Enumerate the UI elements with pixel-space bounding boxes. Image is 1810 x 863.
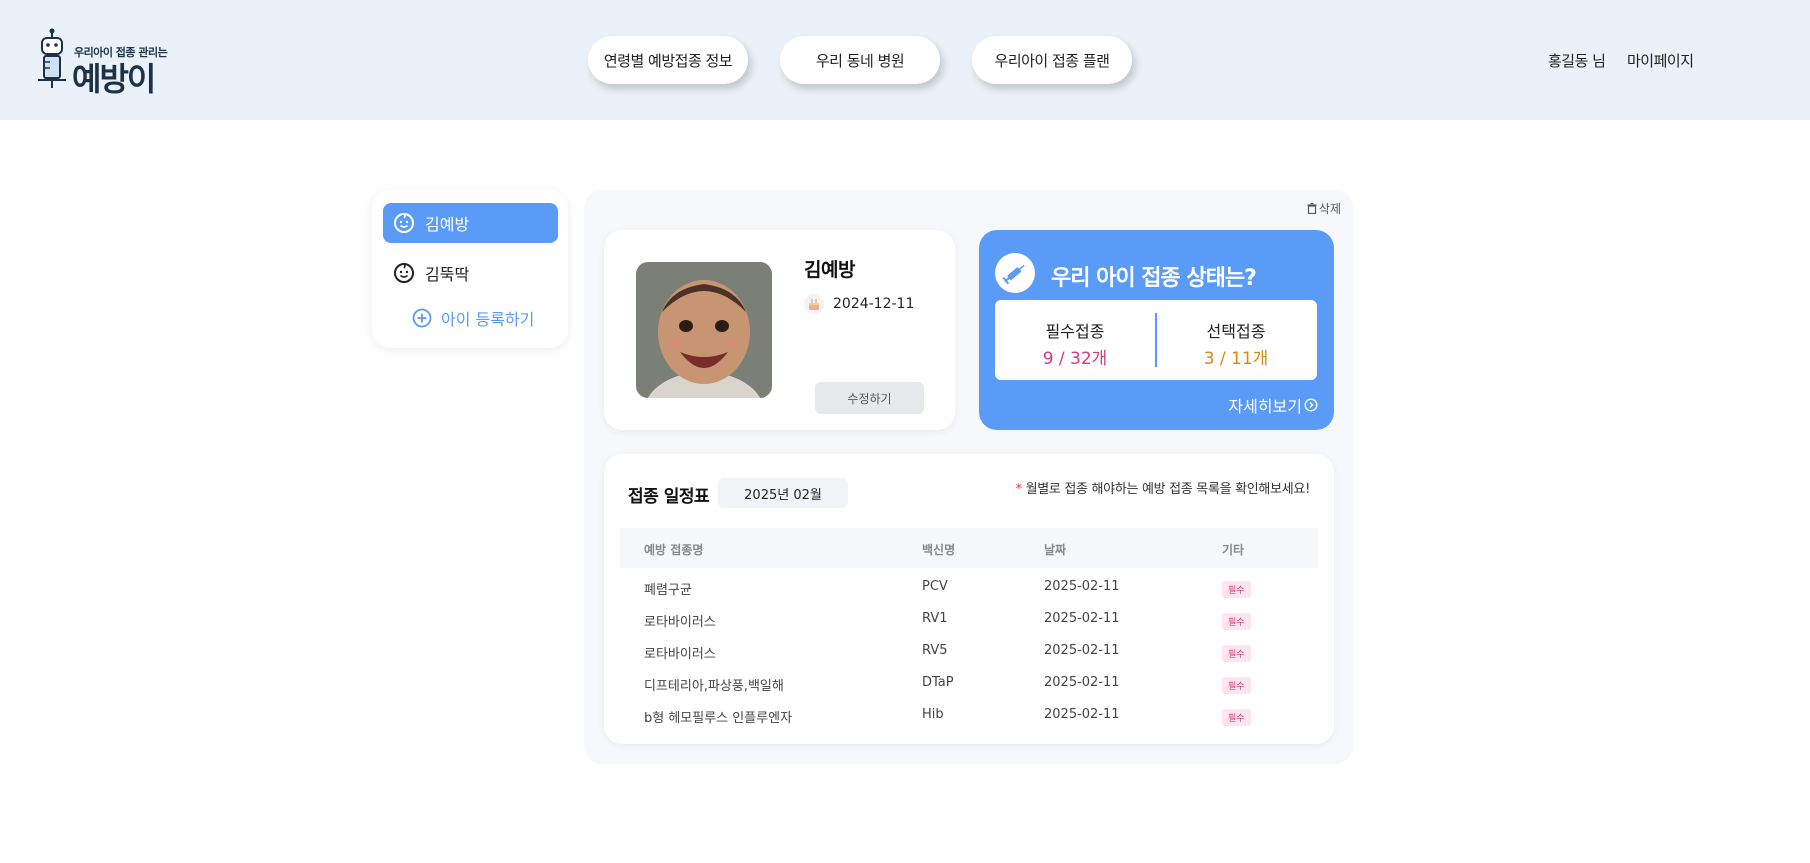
vaccine-code: RV1 xyxy=(922,611,948,626)
trash-icon xyxy=(1307,203,1317,214)
baby-face-icon xyxy=(394,263,414,283)
column-header-etc: 기타 xyxy=(1222,543,1245,557)
delete-label: 삭제 xyxy=(1318,202,1341,216)
view-details-link[interactable]: 자세히보기 xyxy=(1228,393,1318,417)
cake-icon xyxy=(804,294,824,314)
birthday: 2024-12-11 xyxy=(804,294,914,314)
vaccination-date: 2025-02-11 xyxy=(1044,611,1120,626)
column-header-vaccine: 백신명 xyxy=(922,543,956,557)
add-child-label: 아이 등록하기 xyxy=(441,310,535,329)
vaccination-date: 2025-02-11 xyxy=(1044,707,1120,722)
required-label: 필수접종 xyxy=(1045,322,1105,341)
user-name: 홍길동 님 xyxy=(1548,52,1606,70)
nav-age-vaccination-info[interactable]: 연령별 예방접종 정보 xyxy=(588,36,748,84)
vaccination-name: 폐렴구균 xyxy=(644,583,692,598)
table-row[interactable]: 폐렴구균 PCV 2025-02-11 필수 xyxy=(620,572,1318,604)
status-title: 우리 아이 접종 상태는? xyxy=(1051,266,1257,291)
vaccine-code: PCV xyxy=(922,579,948,594)
profile-card: 김예방 2024-12-11 수정하기 xyxy=(604,230,955,430)
children-sidebar: 김예방 김뚝딱 아이 등록하기 xyxy=(372,190,568,348)
plus-circle-icon xyxy=(412,308,432,328)
baby-face-icon xyxy=(394,213,414,233)
required-value: 9 / 32개 xyxy=(1042,349,1108,369)
required-vaccination-stat: 필수접종 9 / 32개 xyxy=(995,318,1155,369)
optional-vaccination-stat: 선택접종 3 / 11개 xyxy=(1156,318,1316,369)
sidebar-item-child-1[interactable]: 김예방 xyxy=(383,203,558,243)
child-name: 김뚝딱 xyxy=(425,265,470,284)
column-header-name: 예방 접종명 xyxy=(644,543,704,557)
syringe-robot-icon xyxy=(38,28,66,88)
edit-button[interactable]: 수정하기 xyxy=(815,382,924,414)
view-details-label: 자세히보기 xyxy=(1228,397,1302,416)
vaccination-schedule-card: 접종 일정표 2025년 02월 * 월별로 접종 해야하는 예방 접종 목록을… xyxy=(604,454,1334,744)
child-name: 김예방 xyxy=(425,215,470,234)
birthday-date: 2024-12-11 xyxy=(833,296,915,312)
table-row[interactable]: 디프테리아,파상풍,백일해 DTaP 2025-02-11 필수 xyxy=(620,668,1318,700)
logo-brand: 예방이 xyxy=(72,60,156,98)
logo[interactable]: 우리아이 접종 관리는 예방이 xyxy=(36,28,176,98)
add-child-button[interactable]: 아이 등록하기 xyxy=(412,306,534,330)
sidebar-item-child-2[interactable]: 김뚝딱 xyxy=(383,253,558,293)
note-text: 월별로 접종 해야하는 예방 접종 목록을 확인해보세요! xyxy=(1025,482,1311,497)
child-name-title: 김예방 xyxy=(804,259,855,281)
table-row[interactable]: 로타바이러스 RV1 2025-02-11 필수 xyxy=(620,604,1318,636)
schedule-title: 접종 일정표 xyxy=(628,487,710,507)
vaccination-date: 2025-02-11 xyxy=(1044,643,1120,658)
vaccination-name: 로타바이러스 xyxy=(644,647,716,662)
nav-vaccination-plan[interactable]: 우리아이 접종 플랜 xyxy=(972,36,1132,84)
mypage-link[interactable]: 마이페이지 xyxy=(1627,50,1694,71)
table-row[interactable]: 로타바이러스 RV5 2025-02-11 필수 xyxy=(620,636,1318,668)
header: 우리아이 접종 관리는 예방이 연령별 예방접종 정보 우리 동네 병원 우리아… xyxy=(0,0,1810,120)
required-badge: 필수 xyxy=(1222,709,1251,726)
table-header: 예방 접종명 백신명 날짜 기타 xyxy=(620,528,1318,568)
status-summary-box: 필수접종 9 / 32개 선택접종 3 / 11개 xyxy=(995,300,1317,380)
vaccination-name: 로타바이러스 xyxy=(644,615,716,630)
child-photo xyxy=(636,262,772,398)
delete-button[interactable]: 삭제 xyxy=(1307,200,1341,217)
vaccine-code: Hib xyxy=(922,707,944,722)
nav-local-hospital[interactable]: 우리 동네 병원 xyxy=(780,36,940,84)
syringe-icon xyxy=(995,253,1035,293)
vaccine-code: RV5 xyxy=(922,643,948,658)
vaccination-name: b형 헤모필루스 인플루엔자 xyxy=(644,711,793,726)
schedule-note: * 월별로 접종 해야하는 예방 접종 목록을 확인해보세요! xyxy=(1015,478,1311,497)
chevron-right-circle-icon xyxy=(1304,398,1318,412)
note-asterisk: * xyxy=(1015,482,1023,497)
vaccination-status-card: 우리 아이 접종 상태는? 필수접종 9 / 32개 선택접종 3 / 11개 … xyxy=(979,230,1334,430)
vaccine-code: DTaP xyxy=(922,675,954,690)
table-row[interactable]: b형 헤모필루스 인플루엔자 Hib 2025-02-11 필수 xyxy=(620,700,1318,732)
vaccination-date: 2025-02-11 xyxy=(1044,675,1120,690)
required-badge: 필수 xyxy=(1222,645,1251,662)
required-badge: 필수 xyxy=(1222,613,1251,630)
vaccination-name: 디프테리아,파상풍,백일해 xyxy=(644,679,784,694)
required-badge: 필수 xyxy=(1222,581,1251,598)
month-selector[interactable]: 2025년 02월 xyxy=(718,478,848,508)
vaccination-date: 2025-02-11 xyxy=(1044,579,1120,594)
required-badge: 필수 xyxy=(1222,677,1251,694)
optional-label: 선택접종 xyxy=(1206,322,1266,341)
optional-value: 3 / 11개 xyxy=(1203,349,1269,369)
child-detail-panel: 삭제 김예방 2024-12-11 수정하기 우리 아이 접종 상태는? 필수접… xyxy=(584,190,1353,764)
column-header-date: 날짜 xyxy=(1044,543,1067,557)
